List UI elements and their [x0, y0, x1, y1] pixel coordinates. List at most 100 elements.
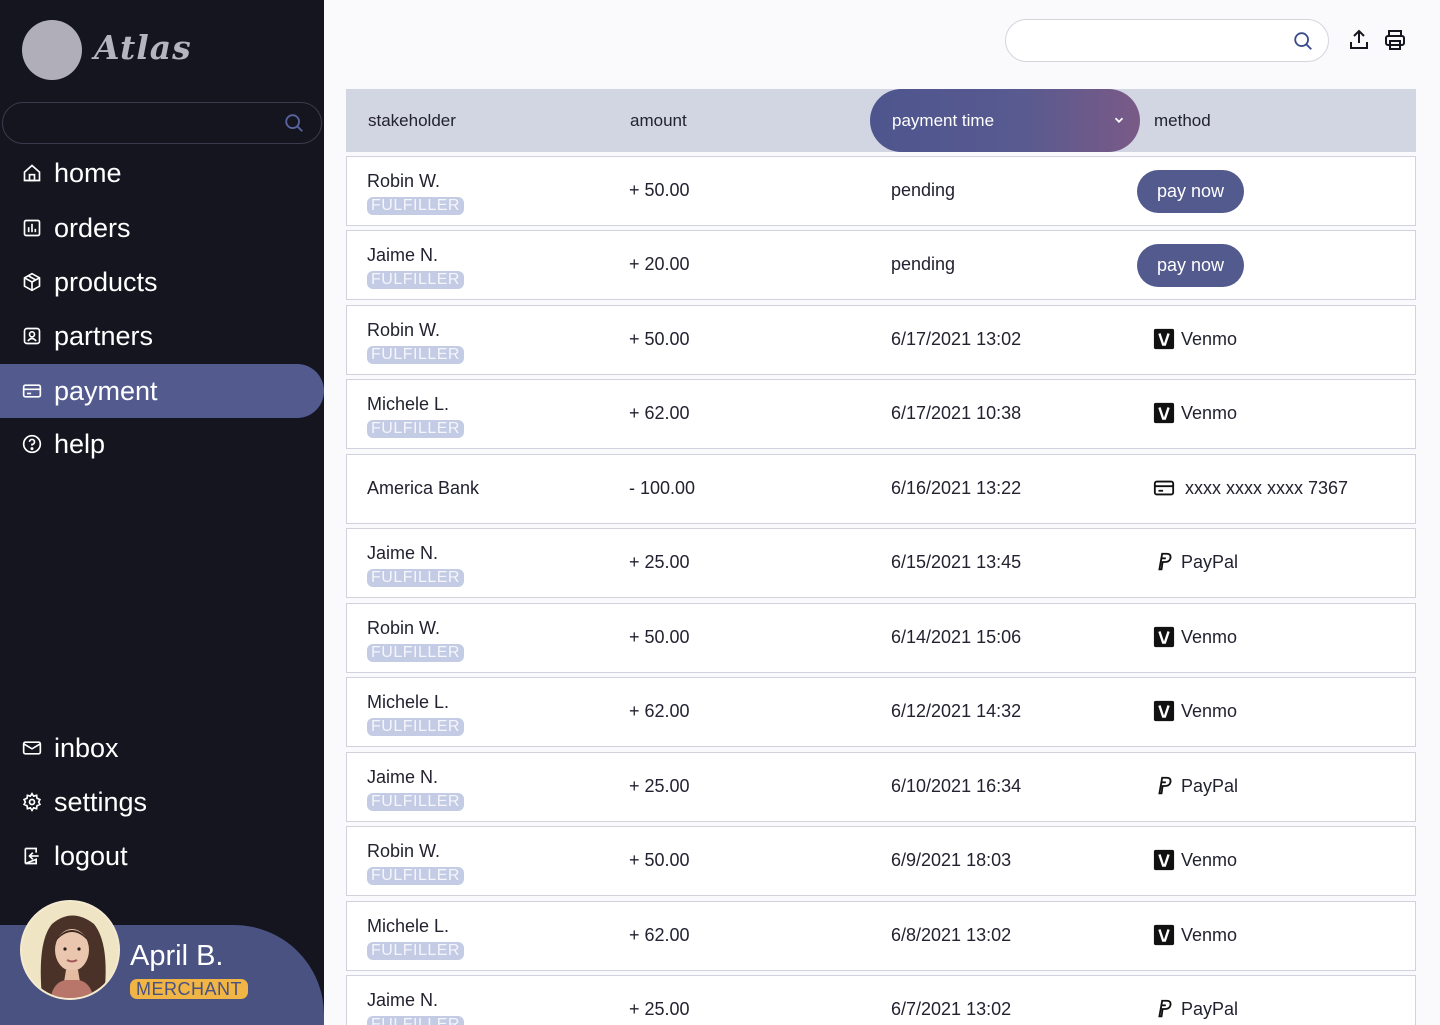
payment-method: PayPal	[1153, 775, 1238, 797]
column-header-method[interactable]: method	[1154, 89, 1211, 152]
sidebar-item-label: settings	[54, 786, 148, 817]
venmo-icon	[1153, 402, 1175, 424]
stakeholder-name: Jaime N.	[367, 990, 439, 1010]
home-icon	[23, 164, 41, 182]
gear-icon	[22, 792, 42, 812]
help-icon	[22, 434, 42, 454]
amount-value: + 25.00	[629, 999, 690, 1019]
payment-method: Venmo	[1153, 700, 1237, 722]
role-badge: FULFILLER	[367, 644, 464, 662]
paypal-icon	[1158, 999, 1172, 1018]
amount-value: + 62.00	[629, 403, 690, 423]
sidebar-item-label: logout	[54, 840, 128, 871]
table-row[interactable]: Robin W. FULFILLER + 50.00 6/9/2021 18:0…	[346, 826, 1416, 896]
search-input[interactable]	[1005, 19, 1329, 62]
amount-value: + 62.00	[629, 701, 690, 721]
table-row[interactable]: Jaime N. FULFILLER + 25.00 6/10/2021 16:…	[346, 752, 1416, 822]
payment-method: PayPal	[1153, 551, 1238, 573]
role-badge: FULFILLER	[367, 346, 464, 364]
stakeholder-name: Jaime N.	[367, 245, 439, 265]
payment-method-label: Venmo	[1181, 328, 1238, 349]
mail-icon	[22, 741, 42, 755]
stakeholder-name: Michele L.	[367, 394, 450, 414]
box-icon	[23, 272, 41, 292]
amount-value: + 50.00	[629, 180, 690, 200]
payment-method-label: Venmo	[1181, 626, 1238, 647]
search-icon[interactable]	[283, 112, 305, 134]
table-row[interactable]: Jaime N. FULFILLER + 20.00 pending pay n…	[346, 230, 1416, 300]
payment-time: 6/16/2021 13:22	[891, 478, 1022, 498]
role-badge: FULFILLER	[367, 793, 464, 811]
avatar-illustration	[22, 902, 118, 998]
sidebar-item-partners[interactable]: partners	[0, 309, 324, 363]
sidebar-search-input[interactable]	[2, 102, 322, 144]
stakeholder-name: Jaime N.	[367, 543, 439, 563]
table-row[interactable]: Jaime N. FULFILLER + 25.00 6/7/2021 13:0…	[346, 975, 1416, 1025]
pay-now-button[interactable]: pay now	[1137, 170, 1244, 213]
search-icon[interactable]	[1292, 30, 1314, 52]
sidebar-item-label: orders	[54, 212, 131, 243]
payment-method-label: Venmo	[1181, 924, 1238, 945]
table-row[interactable]: Michele L. FULFILLER + 62.00 6/17/2021 1…	[346, 379, 1416, 449]
payment-time: 6/9/2021 18:03	[891, 850, 1012, 870]
payment-method-label: Venmo	[1181, 700, 1238, 721]
role-badge: FULFILLER	[367, 420, 464, 438]
export-icon[interactable]	[1347, 28, 1371, 52]
payment-method: Venmo	[1153, 328, 1237, 350]
table-row[interactable]: Jaime N. FULFILLER + 25.00 6/15/2021 13:…	[346, 528, 1416, 598]
card-icon	[22, 384, 42, 398]
payment-method-label: PayPal	[1181, 998, 1239, 1019]
logo-text: Atlas	[94, 28, 192, 67]
payment-time: pending	[891, 180, 956, 200]
table-row[interactable]: America Bank - 100.00 6/16/2021 13:22 xx…	[346, 454, 1416, 524]
role-badge: FULFILLER	[367, 942, 464, 960]
amount-value: - 100.00	[629, 478, 696, 498]
payment-time: pending	[891, 254, 956, 274]
stakeholder-name: Michele L.	[367, 916, 450, 936]
table-row[interactable]: Michele L. FULFILLER + 62.00 6/8/2021 13…	[346, 901, 1416, 971]
stakeholder-name: America Bank	[367, 478, 480, 498]
payment-time: 6/17/2021 10:38	[891, 403, 1022, 423]
logo-mark	[22, 20, 82, 80]
table-row[interactable]: Robin W. FULFILLER + 50.00 pending pay n…	[346, 156, 1416, 226]
avatar[interactable]	[20, 900, 120, 1000]
pay-now-button[interactable]: pay now	[1137, 244, 1244, 287]
sidebar-item-settings[interactable]: settings	[0, 775, 324, 829]
sidebar-item-label: payment	[54, 375, 158, 406]
sidebar-item-home[interactable]: home	[0, 146, 324, 200]
table-row[interactable]: Michele L. FULFILLER + 62.00 6/12/2021 1…	[346, 677, 1416, 747]
sidebar-item-products[interactable]: products	[0, 255, 324, 309]
role-badge: FULFILLER	[367, 867, 464, 885]
payment-method: Venmo	[1153, 849, 1237, 871]
sidebar-item-label: partners	[54, 320, 154, 351]
sidebar-item-payment[interactable]: payment	[0, 364, 324, 418]
amount-value: + 25.00	[629, 552, 690, 572]
payment-method-label: Venmo	[1181, 402, 1238, 423]
chevron-down-icon[interactable]	[1112, 113, 1126, 127]
role-badge: FULFILLER	[367, 1016, 464, 1025]
payment-method-label: xxxx xxxx xxxx 7367	[1185, 477, 1349, 498]
table-row[interactable]: Robin W. FULFILLER + 50.00 6/17/2021 13:…	[346, 305, 1416, 375]
venmo-icon	[1153, 328, 1175, 350]
table-row[interactable]: Robin W. FULFILLER + 50.00 6/14/2021 15:…	[346, 603, 1416, 673]
sidebar-item-logout[interactable]: logout	[0, 829, 324, 883]
profile-name: April B.	[130, 940, 224, 972]
table-header: stakeholder amount payment time method	[346, 89, 1416, 152]
partners-icon	[23, 327, 41, 345]
paypal-icon	[1158, 776, 1172, 795]
venmo-icon	[1153, 626, 1175, 648]
stakeholder-name: Robin W.	[367, 841, 441, 861]
column-header-payment-time[interactable]: payment time	[870, 89, 1140, 152]
sidebar-item-orders[interactable]: orders	[0, 201, 324, 255]
stakeholder-name: Michele L.	[367, 692, 450, 712]
sidebar: Atlas home orders products partners paym…	[0, 0, 324, 1025]
sidebar-item-label: help	[54, 428, 106, 459]
sidebar-item-inbox[interactable]: inbox	[0, 721, 324, 775]
column-header-amount[interactable]: amount	[630, 89, 687, 152]
payment-time: 6/15/2021 13:45	[891, 552, 1022, 572]
print-icon[interactable]	[1383, 28, 1407, 52]
column-header-stakeholder[interactable]: stakeholder	[368, 89, 456, 152]
sidebar-item-help[interactable]: help	[0, 417, 324, 471]
amount-value: + 25.00	[629, 776, 690, 796]
payment-method: xxxx xxxx xxxx 7367	[1153, 477, 1348, 499]
